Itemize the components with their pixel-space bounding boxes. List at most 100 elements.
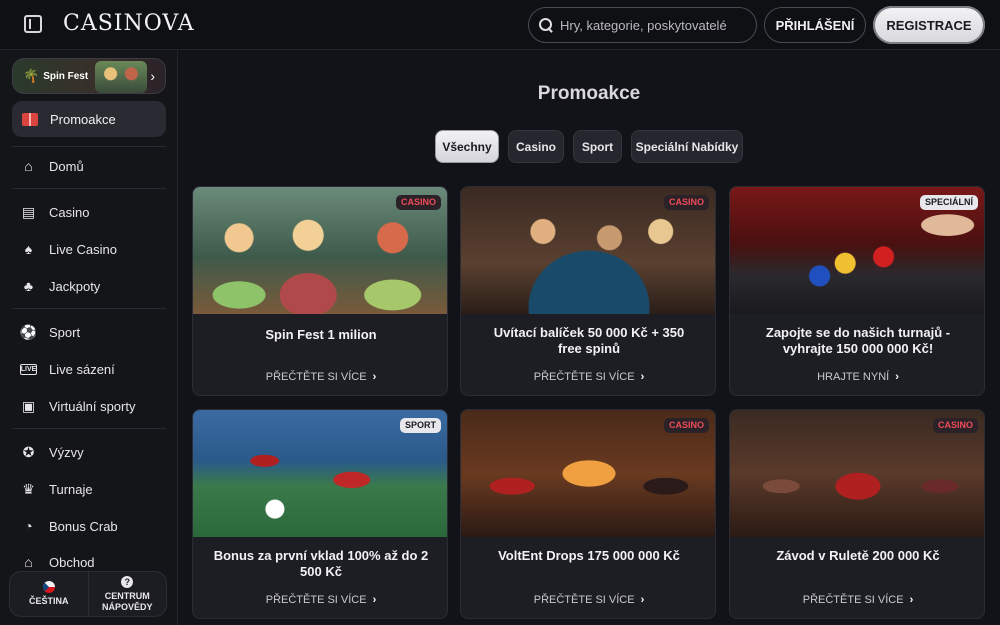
sidebar-item-virtual-sports[interactable]: ▣ Virtuální sporty [20,395,136,417]
promo-card[interactable]: SPORT Bonus za první vklad 100% až do 2 … [192,409,448,619]
sidebar-item-live-casino[interactable]: ♠ Live Casino [20,238,117,260]
sidebar-item-label: Jackpoty [49,278,101,294]
register-button[interactable]: REGISTRACE [873,6,985,44]
search-icon [539,18,553,32]
sidebar-item-challenges[interactable]: ✪ Výzvy [20,441,84,463]
palm-tree-icon: 🌴 [23,68,40,83]
sidebar-item-label: Turnaje [49,481,93,497]
sidebar-item-sport[interactable]: ⚽ Sport [20,321,80,343]
sidebar-item-casino[interactable]: ▤ Casino [20,201,90,223]
promo-title: Závod v Ruletě 200 000 Kč [776,548,940,563]
sidebar-item-shop[interactable]: ⌂ Obchod [20,551,95,573]
promo-title: Bonus za první vklad 100% až do 2 500 Kč [213,548,429,579]
promo-title: Uvítací balíček 50 000 Kč + 350 free spi… [493,325,685,356]
sidebar-item-label: Domů [49,158,84,174]
live-badge-icon: LIVE [20,363,37,375]
divider [12,146,166,147]
sidebar-item-label: Bonus Crab [49,518,118,534]
shop-icon: ⌂ [24,554,33,570]
help-label-line1: CENTRUM [104,590,150,601]
divider [12,308,166,309]
soccer-ball-icon: ⚽ [19,323,38,340]
help-center-button[interactable]: ? CENTRUM NÁPOVĚDY [89,572,167,616]
sidebar-item-jackpots[interactable]: ♣ Jackpoty [20,275,100,297]
home-icon: ⌂ [24,158,33,174]
sidebar-item-tournaments[interactable]: ♛ Turnaje [20,478,93,500]
search-box[interactable] [528,7,757,43]
category-badge: CASINO [932,418,978,433]
sidebar-item-bonus-crab[interactable]: ◔ Bonus Crab [20,515,118,537]
filter-tab-casino[interactable]: Casino [508,130,564,163]
sidebar-toggle-icon[interactable] [24,15,42,33]
link-label: PŘEČTĚTE SI VÍCE [533,594,635,606]
help-label-line2: NÁPOVĚDY [101,601,153,612]
spin-fest-label: Spin Fest [43,70,89,82]
sidebar-item-label: Promoakce [50,111,116,127]
filter-tab-all[interactable]: Všechny [435,130,499,163]
read-more-link[interactable]: PŘEČTĚTE SI VÍCE › [461,371,715,383]
login-button[interactable]: PŘIHLÁŠENÍ [764,7,866,43]
language-selector[interactable]: ČEŠTINA [10,572,89,616]
link-label: PŘEČTĚTE SI VÍCE [265,594,367,606]
live-dealer-icon: ♠ [24,241,33,257]
trophy-icon: ♛ [22,480,35,497]
promo-title: Spin Fest 1 milion [265,327,377,342]
category-badge: CASINO [395,195,441,210]
read-more-link[interactable]: PŘEČTĚTE SI VÍCE › [193,594,447,606]
top-header: CASINOVA PŘIHLÁŠENÍ REGISTRACE [0,0,1000,50]
page-title: Promoakce [537,83,641,104]
chevron-right-icon: › [372,371,377,383]
sidebar-item-label: Výzvy [49,444,84,460]
promo-card[interactable]: CASINO Uvítací balíček 50 000 Kč + 350 f… [460,186,716,396]
help-icon: ? [121,575,134,588]
promo-title: VoltEnt Drops 175 000 000 Kč [498,548,680,563]
sidebar-item-label: Obchod [49,554,95,570]
read-more-link[interactable]: PŘEČTĚTE SI VÍCE › [193,371,447,383]
sidebar-item-label: Casino [49,204,90,220]
chevron-right-icon: › [372,594,377,606]
sidebar-item-live-betting[interactable]: LIVE Live sázení [20,358,115,380]
promo-card[interactable]: CASINO Spin Fest 1 milion PŘEČTĚTE SI VÍ… [192,186,448,396]
sidebar: 🌴 Spin Fest › Promoakce ⌂ Domů ▤ Casino … [0,50,178,625]
filter-tab-special-offers[interactable]: Speciální Nabídky [631,130,743,163]
chevron-right-icon: › [640,594,645,606]
promo-card[interactable]: SPECIÁLNÍ Zapojte se do našich turnajů -… [729,186,985,396]
read-more-link[interactable]: PŘEČTĚTE SI VÍCE › [730,594,984,606]
play-now-link[interactable]: HRAJTE NYNÍ › [730,371,984,383]
link-label: HRAJTE NYNÍ [817,371,890,383]
clover-icon: ♣ [23,278,34,294]
promo-card[interactable]: CASINO VoltEnt Drops 175 000 000 Kč PŘEČ… [460,409,716,619]
chevron-right-icon: › [895,371,899,383]
chevron-right-icon: › [640,371,645,383]
promo-title: Zapojte se do našich turnajů - vyhrajte … [765,325,951,356]
link-label: PŘEČTĚTE SI VÍCE [265,371,367,383]
claw-icon: ◔ [24,518,33,534]
promo-card[interactable]: CASINO Závod v Ruletě 200 000 Kč PŘEČTĚT… [729,409,985,619]
sidebar-footer: ČEŠTINA ? CENTRUM NÁPOVĚDY [9,571,167,617]
spin-fest-banner[interactable]: 🌴 Spin Fest › [12,58,166,94]
spin-fest-thumbnail [95,61,147,93]
gift-icon [21,111,38,128]
sidebar-item-promo[interactable]: Promoakce [12,101,166,137]
link-label: PŘEČTĚTE SI VÍCE [533,371,635,383]
chevron-right-icon: › [150,68,155,84]
sidebar-item-label: Live sázení [49,361,115,377]
czech-flag-icon [42,581,55,593]
divider [12,188,166,189]
category-badge: CASINO [663,418,709,433]
chevron-right-icon: › [909,594,914,606]
sidebar-item-label: Live Casino [49,241,117,257]
category-badge: CASINO [663,195,709,210]
category-badge: SPECIÁLNÍ [919,195,978,210]
search-input[interactable] [560,17,750,33]
casinova-logo[interactable]: CASINOVA [63,11,195,36]
sidebar-item-home[interactable]: ⌂ Domů [20,155,84,177]
sidebar-item-label: Virtuální sporty [49,398,136,414]
slot-machine-icon: ▤ [21,203,36,220]
read-more-link[interactable]: PŘEČTĚTE SI VÍCE › [461,594,715,606]
language-label: ČEŠTINA [28,596,69,606]
virtual-sports-icon: ▣ [21,397,36,414]
filter-tab-sport[interactable]: Sport [573,130,622,163]
category-badge: SPORT [399,418,441,433]
challenge-icon: ✪ [22,443,35,460]
